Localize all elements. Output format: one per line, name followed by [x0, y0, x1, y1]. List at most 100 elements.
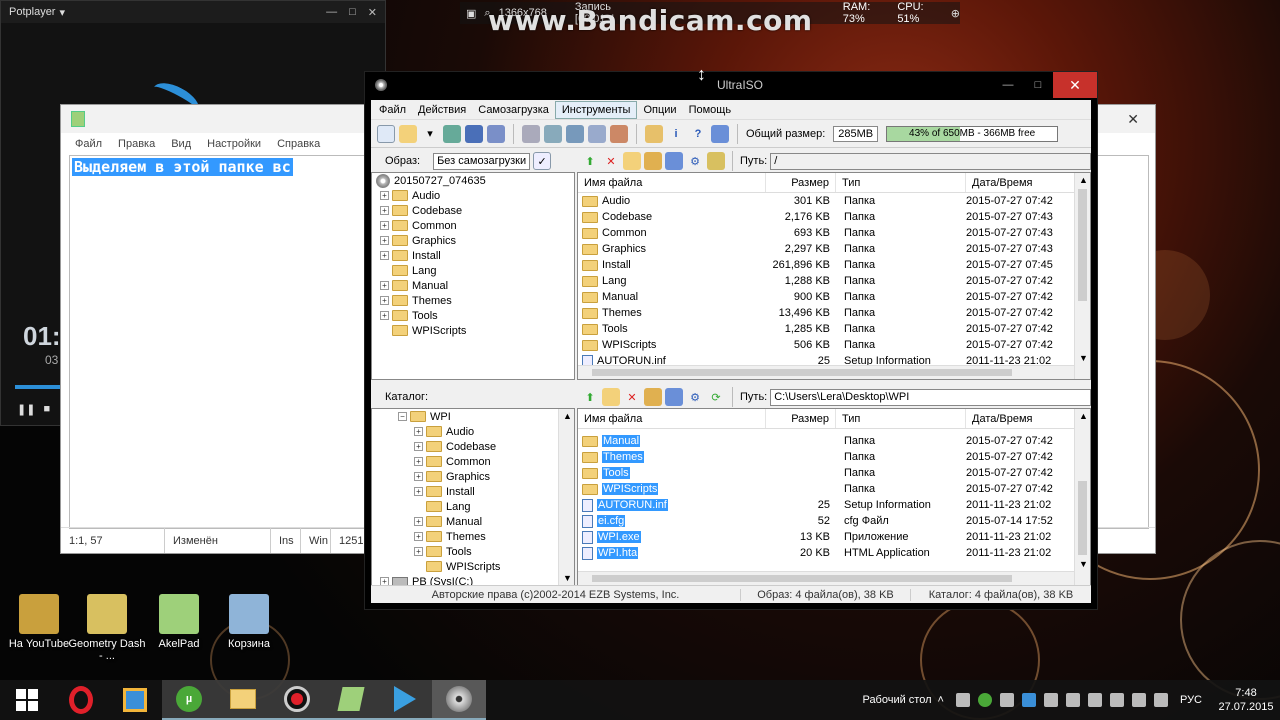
close-icon[interactable]: ✕ [1127, 111, 1139, 128]
minimize-icon[interactable]: — [993, 72, 1023, 98]
local-tree-item[interactable]: + Manual [372, 514, 574, 529]
expand-icon[interactable]: + [380, 251, 389, 260]
expand-icon[interactable]: + [414, 547, 423, 556]
iso-tree-item[interactable]: + Tools [372, 308, 574, 323]
chevron-down-icon[interactable]: ▾ [59, 6, 65, 19]
menu-options[interactable]: Опции [637, 102, 682, 118]
list-item[interactable]: Graphics 2,297 KB Папка 2015-07-27 07:43 [578, 241, 1090, 257]
iso-tree-item[interactable]: + Install [372, 248, 574, 263]
gear-icon[interactable]: ⚙ [686, 388, 704, 406]
local-tree-item[interactable]: Lang [372, 499, 574, 514]
delete-icon[interactable]: ✕ [623, 388, 641, 406]
list-item[interactable]: Install 261,896 KB Папка 2015-07-27 07:45 [578, 257, 1090, 273]
taskbar-explorer-shortcut[interactable] [108, 680, 162, 720]
save-as-icon[interactable] [487, 124, 505, 143]
list-item[interactable]: Codebase 2,176 KB Папка 2015-07-27 07:43 [578, 209, 1090, 225]
local-tree-item[interactable]: WPIScripts [372, 559, 574, 574]
ultraiso-window[interactable]: UltraISO — □ ✕ Файл Действия Самозагрузк… [364, 71, 1098, 610]
iso-tree-item[interactable]: + Codebase [372, 203, 574, 218]
view-icon[interactable] [665, 152, 683, 170]
col-type[interactable]: Тип [836, 409, 966, 428]
menu-file[interactable]: Файл [75, 138, 102, 150]
desktop-icon-recycle-bin[interactable]: Корзина [210, 594, 288, 650]
list-item[interactable]: Manual Папка 2015-07-27 07:42 [578, 433, 1090, 449]
chevron-down-icon[interactable]: ▼ [563, 573, 572, 583]
pause-icon[interactable]: ❚❚ [17, 403, 35, 416]
folder-action-icon[interactable] [644, 388, 662, 406]
refresh-icon[interactable]: ⟳ [707, 388, 725, 406]
tree-line-icon[interactable] [380, 326, 389, 335]
expand-icon[interactable]: + [380, 311, 389, 320]
list-item[interactable]: WPIScripts 506 KB Папка 2015-07-27 07:42 [578, 337, 1090, 353]
chevron-up-icon[interactable]: ˄ [938, 694, 944, 706]
iso-path-field[interactable]: / [770, 152, 1091, 170]
exit-icon[interactable] [711, 124, 729, 143]
iso-tree-item[interactable]: + Manual [372, 278, 574, 293]
local-tree-pane[interactable]: − WPI + Audio + Codebase + Common + Graphics + In… [371, 408, 575, 586]
delete-icon[interactable]: ✕ [602, 152, 620, 170]
local-tree-item[interactable]: + Codebase [372, 439, 574, 454]
menu-file[interactable]: Файл [373, 102, 412, 118]
extract-icon[interactable] [443, 124, 461, 143]
iso-tree-item[interactable]: + Audio [372, 188, 574, 203]
chevron-up-icon[interactable]: ▲ [1079, 411, 1088, 421]
expand-icon[interactable]: + [414, 457, 423, 466]
iso-tree-item[interactable]: + Common [372, 218, 574, 233]
list-item[interactable]: Themes 13,496 KB Папка 2015-07-27 07:42 [578, 305, 1090, 321]
local-tree-item[interactable]: + Audio [372, 424, 574, 439]
stop-icon[interactable]: ■ [43, 403, 50, 416]
local-tree-item[interactable]: + Graphics [372, 469, 574, 484]
chevron-up-icon[interactable]: ▲ [1079, 175, 1088, 185]
burn-cd-icon[interactable] [522, 124, 540, 143]
expand-icon[interactable]: + [414, 442, 423, 451]
menu-settings[interactable]: Настройки [207, 138, 261, 150]
tray-app-icon[interactable] [1087, 693, 1102, 707]
tray-utorrent-icon[interactable] [977, 693, 992, 707]
info-icon[interactable]: i [667, 125, 685, 143]
tray-app-icon[interactable] [999, 693, 1014, 707]
chevron-down-icon[interactable]: ▾ [421, 125, 439, 143]
col-date[interactable]: Дата/Время [966, 409, 1076, 428]
iso-list-vscroll[interactable]: ▲ ▼ [1074, 173, 1090, 379]
list-item[interactable]: Tools Папка 2015-07-27 07:42 [578, 465, 1090, 481]
taskbar-utorrent[interactable]: µ [162, 680, 216, 720]
menu-view[interactable]: Вид [171, 138, 191, 150]
taskbar-akelpad[interactable] [324, 680, 378, 720]
menu-edit[interactable]: Правка [118, 138, 155, 150]
taskbar-opera[interactable] [54, 680, 108, 720]
plus-icon[interactable]: ⊕ [951, 7, 960, 20]
desktop-icon-akelpad[interactable]: AkelPad [140, 594, 218, 650]
list-item[interactable]: ei.cfg 52 cfg Файл 2015-07-14 17:52 [578, 513, 1090, 529]
list-item[interactable]: Common 693 KB Папка 2015-07-27 07:43 [578, 225, 1090, 241]
list-item[interactable]: Themes Папка 2015-07-27 07:42 [578, 449, 1090, 465]
cd-image-icon[interactable] [588, 124, 606, 143]
collapse-icon[interactable]: − [398, 412, 407, 421]
col-filename[interactable]: Имя файла [578, 409, 766, 428]
local-list-vscroll[interactable]: ▲ ▼ [1074, 409, 1090, 585]
checkbox-icon[interactable]: ✓ [533, 152, 552, 170]
tray-app-icon[interactable] [1021, 693, 1036, 707]
gear-icon[interactable]: ⚙ [686, 152, 704, 170]
expand-icon[interactable]: + [380, 296, 389, 305]
iso-list-hscroll[interactable] [578, 365, 1074, 379]
local-path-field[interactable]: C:\Users\Lera\Desktop\WPI [770, 388, 1091, 406]
menu-bootable[interactable]: Самозагрузка [472, 102, 555, 118]
col-type[interactable]: Тип [836, 173, 966, 192]
expand-icon[interactable]: + [380, 221, 389, 230]
minimize-icon[interactable]: — [326, 6, 337, 19]
volume-icon[interactable] [1131, 693, 1146, 707]
new-icon[interactable] [377, 124, 395, 143]
ultraiso-titlebar[interactable]: UltraISO — □ ✕ [365, 72, 1097, 98]
iso-tree-item[interactable]: WPIScripts [372, 323, 574, 338]
tree-line-icon[interactable] [380, 266, 389, 275]
list-item[interactable]: Audio 301 KB Папка 2015-07-27 07:42 [578, 193, 1090, 209]
iso-tree-item[interactable]: + Graphics [372, 233, 574, 248]
taskbar-ultraiso[interactable] [432, 680, 486, 720]
language-indicator[interactable]: РУС [1180, 694, 1202, 706]
expand-icon[interactable]: + [380, 236, 389, 245]
tray-app-icon[interactable] [1043, 693, 1058, 707]
up-arrow-icon[interactable]: ⬆ [581, 388, 599, 406]
tree-line-icon[interactable] [414, 562, 423, 571]
menu-tools[interactable]: Инструменты [554, 100, 638, 119]
menu-help[interactable]: Помощь [683, 102, 738, 118]
